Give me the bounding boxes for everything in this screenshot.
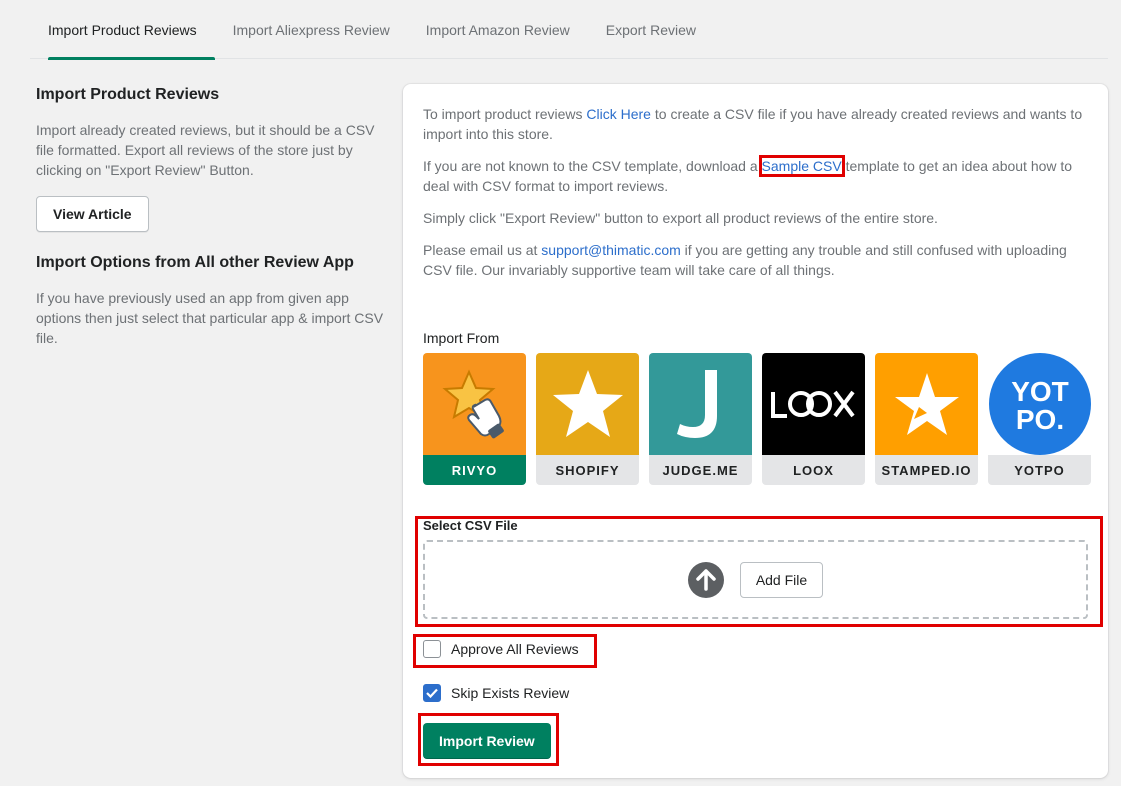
csv-dropzone[interactable]: Add File — [423, 540, 1088, 619]
svg-text:YOT: YOT — [1011, 376, 1069, 407]
app-name: RIVYO — [423, 455, 526, 485]
app-option-yotpo[interactable]: YOT PO. YOTPO — [988, 353, 1091, 485]
import-from-label: Import From — [423, 330, 500, 346]
judgeme-j-icon — [649, 353, 752, 455]
approve-all-label: Approve All Reviews — [451, 641, 579, 657]
section-desc-import: Import already created reviews, but it s… — [36, 122, 375, 178]
app-name: YOTPO — [988, 455, 1091, 485]
skip-exists-review-checkbox[interactable]: Skip Exists Review — [423, 684, 569, 702]
app-option-loox[interactable]: LOOX — [762, 353, 865, 485]
instructions-paragraph-2: If you are not known to the CSV template… — [423, 155, 1088, 196]
skip-exists-label: Skip Exists Review — [451, 685, 570, 701]
tab-import-amazon-review[interactable]: Import Amazon Review — [408, 0, 588, 59]
app-name: JUDGE.ME — [649, 455, 752, 485]
app-option-stampedio[interactable]: STAMPED.IO — [875, 353, 978, 485]
view-article-button[interactable]: View Article — [36, 196, 149, 232]
text: Please email us at — [423, 242, 542, 258]
app-option-shopify[interactable]: SHOPIFY — [536, 353, 639, 485]
svg-text:PO.: PO. — [1015, 404, 1063, 435]
instructions-paragraph-4: Please email us at support@thimatic.com … — [423, 240, 1088, 280]
star-hand-icon — [423, 353, 526, 455]
tab-import-aliexpress-review[interactable]: Import Aliexpress Review — [215, 0, 408, 59]
sample-csv-link[interactable]: Sample CSV — [758, 155, 845, 177]
import-card: To import product reviews Click Here to … — [403, 84, 1108, 778]
support-email-link[interactable]: support@thimatic.com — [541, 242, 680, 258]
select-csv-label: Select CSV File — [423, 518, 518, 533]
left-info-panel: Import Product Reviews Import already cr… — [36, 84, 386, 348]
app-name: STAMPED.IO — [875, 455, 978, 485]
yotpo-logo: YOT PO. — [988, 353, 1091, 455]
text: To import product reviews — [423, 106, 587, 122]
tab-bar: Import Product Reviews Import Aliexpress… — [30, 0, 1108, 60]
checkbox-unchecked[interactable] — [423, 640, 441, 658]
tab-import-product-reviews[interactable]: Import Product Reviews — [30, 0, 215, 60]
star-icon — [536, 353, 639, 455]
text: If you are not known to the CSV template… — [423, 158, 762, 174]
app-option-rivyo[interactable]: RIVYO — [423, 353, 526, 485]
upload-arrow-icon — [687, 561, 724, 598]
app-options: RIVYO SHOPIFY JUDGE.ME LOOX STAMPED.IO Y… — [423, 353, 1091, 485]
app-name: SHOPIFY — [536, 455, 639, 485]
section-title-other-apps: Import Options from All other Review App — [36, 254, 354, 271]
instructions-paragraph-3: Simply click "Export Review" button to e… — [423, 210, 938, 226]
stamped-star-icon — [875, 353, 978, 455]
instructions-paragraph-1: To import product reviews Click Here to … — [423, 104, 1088, 144]
tab-export-review[interactable]: Export Review — [588, 0, 714, 59]
loox-logo — [762, 353, 865, 455]
section-desc-other-apps: If you have previously used an app from … — [36, 290, 384, 346]
app-name: LOOX — [762, 455, 865, 485]
import-review-button[interactable]: Import Review — [423, 723, 551, 759]
checkmark-icon[interactable] — [423, 684, 441, 702]
app-option-judgeme[interactable]: JUDGE.ME — [649, 353, 752, 485]
add-file-button[interactable]: Add File — [739, 561, 824, 598]
approve-all-reviews-checkbox[interactable]: Approve All Reviews — [423, 640, 579, 658]
click-here-link[interactable]: Click Here — [586, 106, 651, 122]
section-title-import: Import Product Reviews — [36, 86, 220, 103]
